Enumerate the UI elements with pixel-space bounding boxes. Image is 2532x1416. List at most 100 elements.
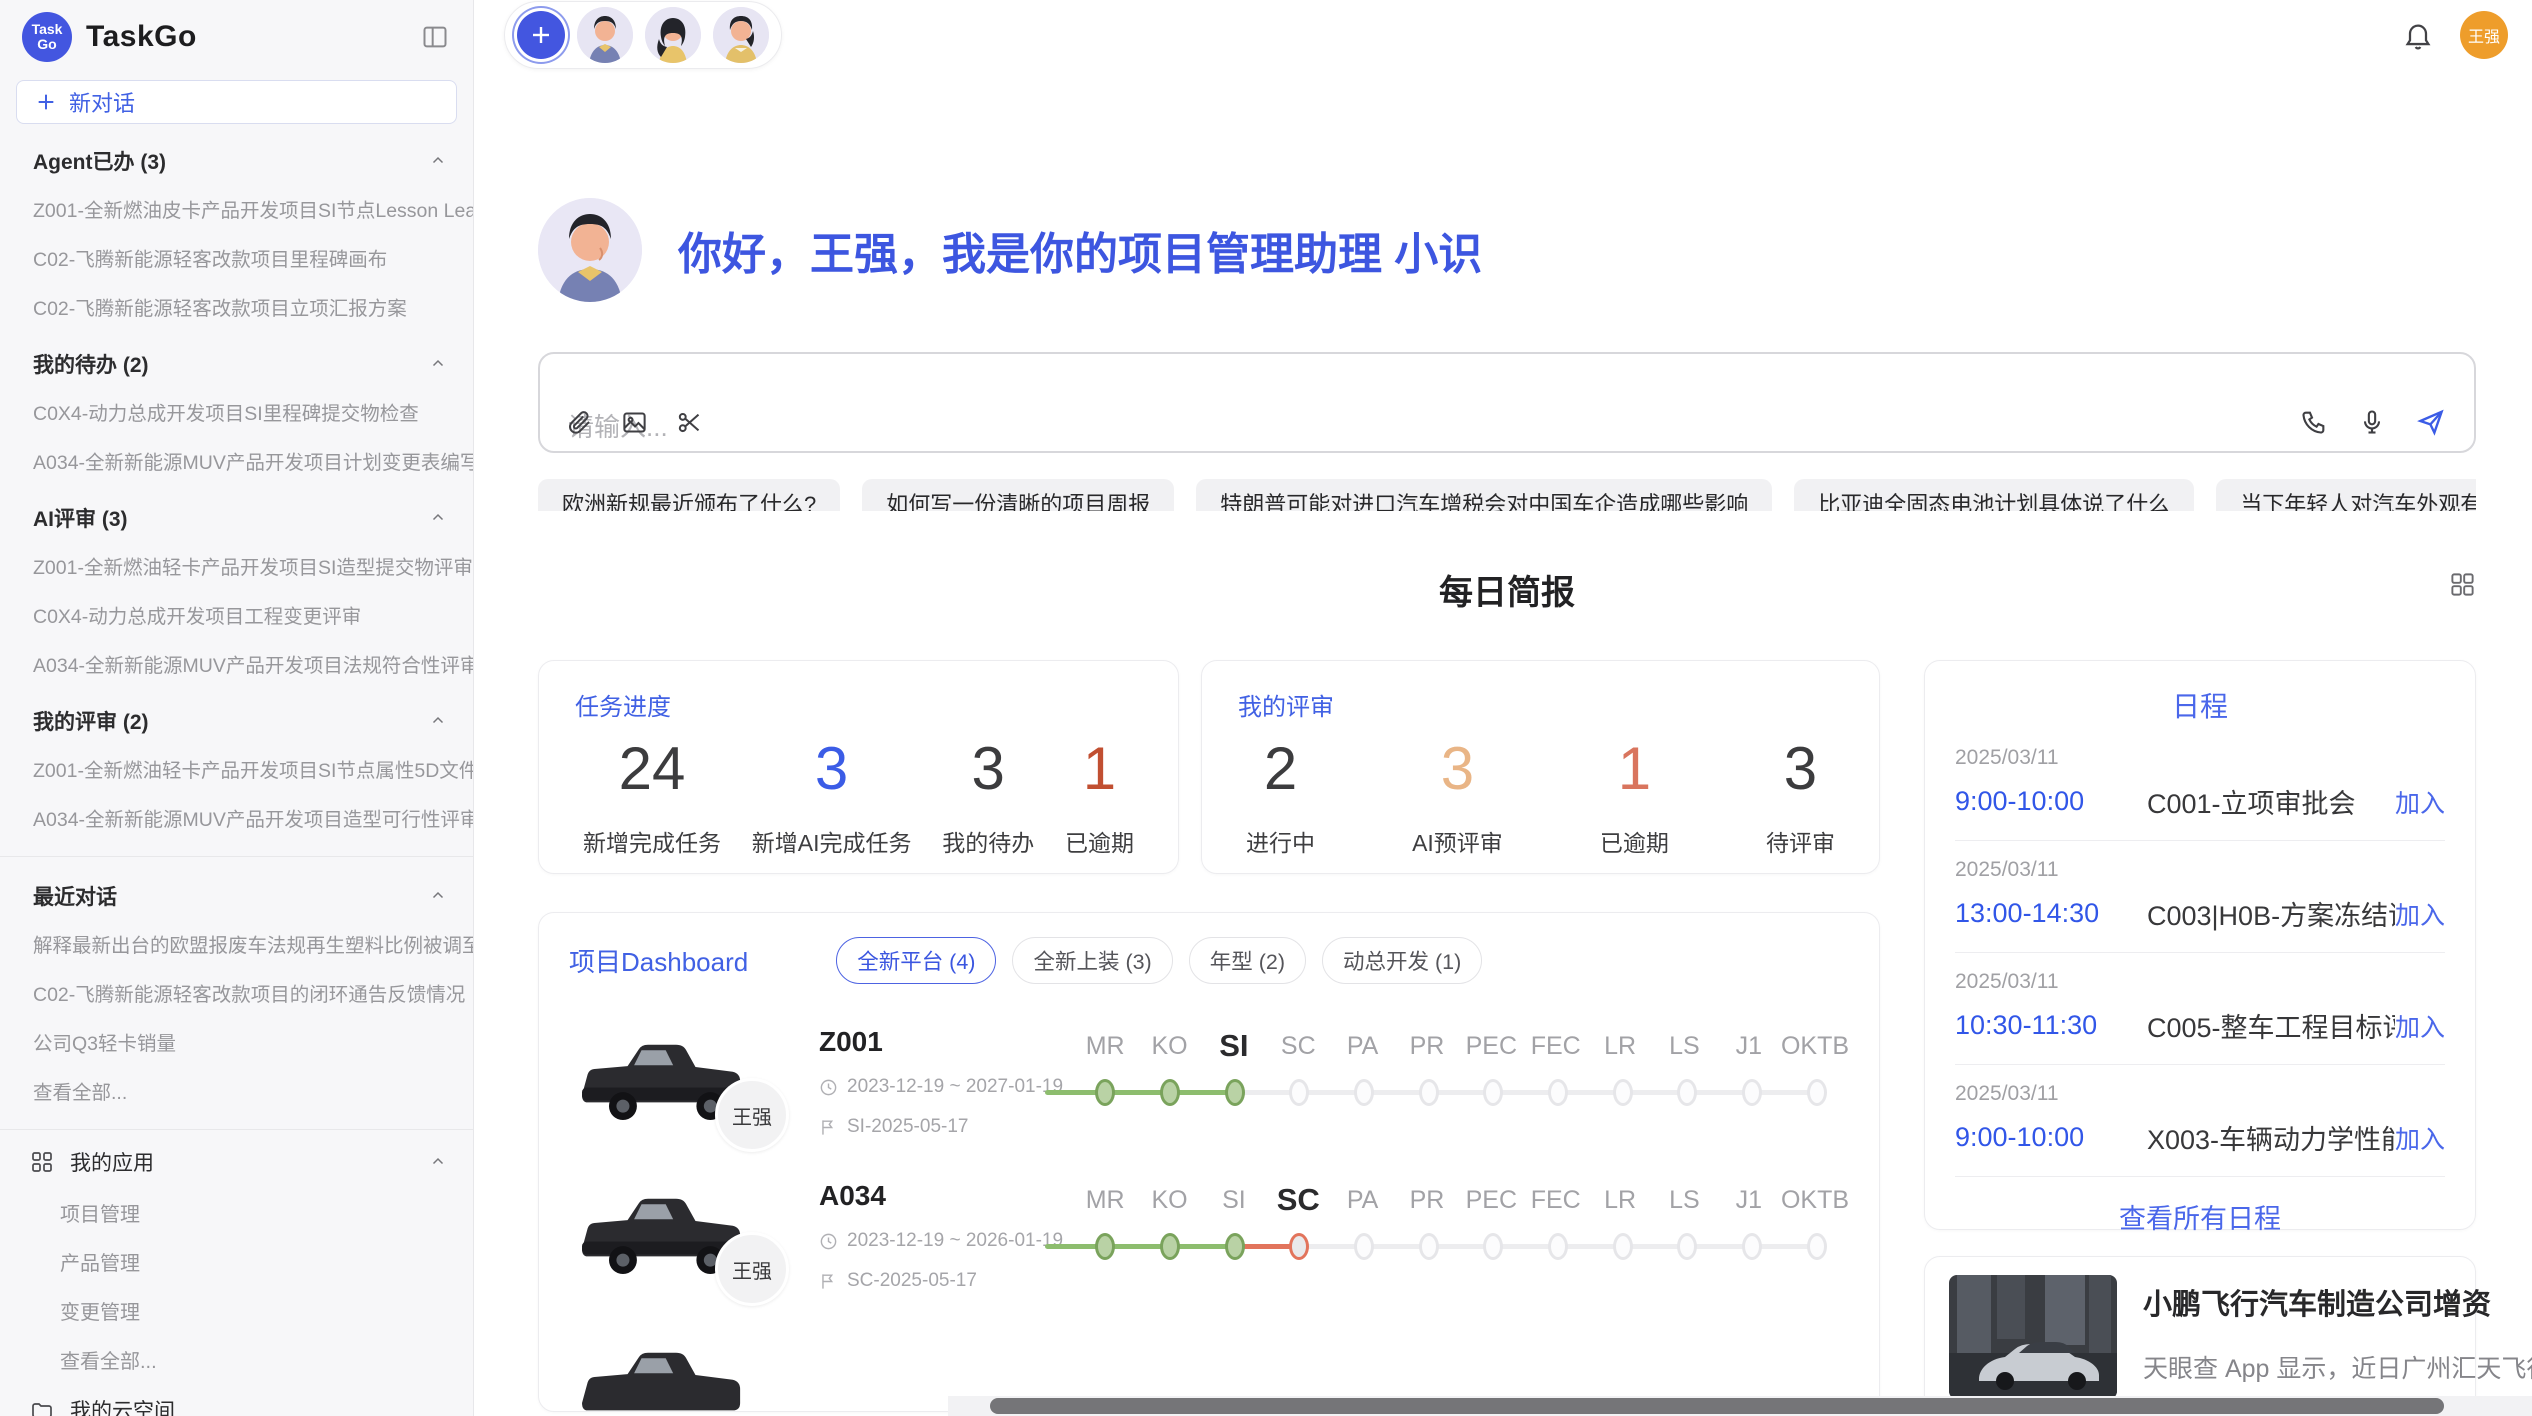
project-info: Z001 2023-12-19 ~ 2027-01-19 SI-2025-05-… [819, 1026, 1057, 1138]
apps-view-all[interactable]: 查看全部... [0, 1335, 473, 1384]
join-link[interactable]: 加入 [2395, 1008, 2445, 1044]
stat-cards: 任务进度 24 新增完成任务 3 新增AI完成任务 [538, 660, 1880, 874]
view-all-schedule-link[interactable]: 查看所有日程 [1955, 1197, 2445, 1236]
app-item-product[interactable]: 产品管理 [0, 1237, 473, 1286]
send-icon[interactable] [2416, 407, 2446, 437]
agent-avatar-1[interactable] [577, 7, 633, 63]
notification-bell-icon[interactable] [2402, 19, 2434, 51]
layout-grid-icon[interactable] [2449, 571, 2476, 598]
suggestion-chip[interactable]: 特朗普可能对进口汽车增税会对中国车企造成哪些影响 [1196, 479, 1772, 511]
suggestion-chips: 欧洲新规最近颁布了什么? 如何写一份清晰的项目周报 特朗普可能对进口汽车增税会对… [538, 479, 2476, 511]
section-my-todo[interactable]: 我的待办 (2) [0, 331, 473, 387]
stage-label: J1 [1717, 1180, 1781, 1220]
chevron-up-icon[interactable] [429, 1153, 447, 1171]
hero: 你好，王强，我是你的项目管理助理 小识 [538, 198, 2476, 302]
join-link[interactable]: 加入 [2395, 784, 2445, 820]
stage-dot [1548, 1233, 1568, 1260]
app-item-project[interactable]: 项目管理 [0, 1188, 473, 1237]
sidebar-item-my-apps[interactable]: 我的应用 [0, 1136, 473, 1188]
date-range: 2023-12-19 ~ 2026-01-19 [847, 1230, 1063, 1252]
sidebar-item[interactable]: A034-全新新能源MUV产品开发项目法规符合性评审 [0, 639, 473, 688]
agent-avatar-2[interactable] [645, 7, 701, 63]
section-label: 最近对话 [33, 881, 117, 911]
sidebar-item[interactable]: C02-飞腾新能源轻客改款项目里程碑画布 [0, 233, 473, 282]
section-recent-chats[interactable]: 最近对话 [0, 863, 473, 919]
truck-image [569, 1334, 755, 1412]
clock-icon [819, 1078, 838, 1097]
section-label: 我的待办 (2) [33, 349, 149, 379]
app-item-change[interactable]: 变更管理 [0, 1286, 473, 1335]
stat-label: 新增完成任务 [583, 824, 721, 858]
stat-label: 待评审 [1766, 824, 1835, 858]
stage-label: MR [1073, 1180, 1137, 1220]
stat-value: 3 [972, 736, 1005, 802]
chevron-up-icon[interactable] [429, 712, 447, 730]
horizontal-scrollbar-thumb[interactable] [990, 1398, 2444, 1414]
plus-icon [529, 23, 553, 47]
chevron-up-icon[interactable] [429, 152, 447, 170]
user-avatar[interactable]: 王强 [2460, 11, 2508, 59]
tab-powertrain[interactable]: 动总开发 (1) [1322, 937, 1482, 984]
join-link[interactable]: 加入 [2395, 896, 2445, 932]
app-title: TaskGo [86, 20, 197, 54]
cloud-space-label: 我的云空间 [70, 1395, 175, 1416]
sidebar-item[interactable]: C02-飞腾新能源轻客改款项目立项汇报方案 [0, 282, 473, 331]
sidebar-item[interactable]: A034-全新新能源MUV产品开发项目计划变更表编写 [0, 436, 473, 485]
phone-icon[interactable] [2300, 408, 2328, 436]
microphone-icon[interactable] [2358, 408, 2386, 436]
tab-year-model[interactable]: 年型 (2) [1189, 937, 1306, 984]
stage-dot [1613, 1079, 1633, 1106]
briefing-header: 每日简报 [538, 565, 2476, 614]
agent-avatar-3[interactable] [713, 7, 769, 63]
section-label: Agent已办 (3) [33, 146, 166, 176]
scissors-icon[interactable] [676, 409, 703, 436]
sidebar-item[interactable]: C0X4-动力总成开发项目SI里程碑提交物检查 [0, 387, 473, 436]
suggestion-chip[interactable]: 如何写一份清晰的项目周报 [862, 479, 1174, 511]
image-icon[interactable] [621, 409, 648, 436]
suggestion-chip[interactable]: 当下年轻人对汽车外观有怎样的喜好趋势 [2216, 479, 2476, 511]
date-range: 2023-12-19 ~ 2027-01-19 [847, 1076, 1063, 1098]
tab-new-body[interactable]: 全新上装 (3) [1012, 937, 1172, 984]
stat-value: 2 [1264, 736, 1297, 802]
join-link[interactable]: 加入 [2395, 1120, 2445, 1156]
project-name[interactable]: Z001 [819, 1026, 1057, 1058]
new-chat-button[interactable]: 新对话 [16, 80, 457, 124]
sidebar-header: Task Go TaskGo [0, 0, 473, 70]
recent-chat-item[interactable]: 解释最新出台的欧盟报废车法规再生塑料比例被调至15%... [0, 919, 473, 968]
stage-label: OKTB [1781, 1026, 1849, 1066]
suggestion-chip[interactable]: 比亚迪全固态电池计划具体说了什么 [1794, 479, 2194, 511]
schedule-time: 9:00-10:00 [1955, 1122, 2147, 1153]
recent-chat-item[interactable]: 公司Q3轻卡销量 [0, 1017, 473, 1066]
chevron-up-icon[interactable] [429, 509, 447, 527]
recent-chat-item[interactable]: C02-飞腾新能源轻客改款项目的闭环通告反馈情况 [0, 968, 473, 1017]
project-name[interactable]: A034 [819, 1180, 1057, 1212]
stage-dot-overdue [1289, 1233, 1309, 1260]
stage-label: FEC [1524, 1026, 1588, 1066]
stage-label: LS [1652, 1026, 1716, 1066]
horizontal-scrollbar-track[interactable] [948, 1396, 2532, 1416]
add-conversation-button[interactable] [517, 11, 565, 59]
sidebar-item-cloud-space[interactable]: 我的云空间 [0, 1384, 473, 1416]
news-card[interactable]: 小鹏飞行汽车制造公司增资 天眼查 App 显示，近日广州汇天飞行汽... [1924, 1256, 2476, 1416]
stat-ai-done: 3 新增AI完成任务 [752, 736, 912, 858]
tab-all-new-platform[interactable]: 全新平台 (4) [836, 937, 996, 984]
logo-line1: Task [32, 22, 63, 37]
stage-label: FEC [1524, 1180, 1588, 1220]
composer-toolbar [566, 407, 2446, 437]
section-my-review[interactable]: 我的评审 (2) [0, 688, 473, 744]
recent-view-all[interactable]: 查看全部... [0, 1066, 473, 1115]
logo-line2: Go [37, 37, 56, 52]
chevron-up-icon[interactable] [429, 887, 447, 905]
sidebar-item[interactable]: C0X4-动力总成开发项目工程变更评审 [0, 590, 473, 639]
chevron-up-icon[interactable] [429, 355, 447, 373]
sidebar-item[interactable]: Z001-全新燃油轻卡产品开发项目SI造型提交物评审 [0, 541, 473, 590]
sidebar-item[interactable]: Z001-全新燃油皮卡产品开发项目SI节点Lesson Learn报告 [0, 184, 473, 233]
sidebar-item[interactable]: Z001-全新燃油轻卡产品开发项目SI节点属性5D文件评审 [0, 744, 473, 793]
attachment-icon[interactable] [566, 409, 593, 436]
sidebar-collapse-icon[interactable] [421, 23, 449, 51]
sidebar-item[interactable]: A034-全新新能源MUV产品开发项目造型可行性评审 [0, 793, 473, 842]
section-ai-review[interactable]: AI评审 (3) [0, 485, 473, 541]
suggestion-chip[interactable]: 欧洲新规最近颁布了什么? [538, 479, 840, 511]
section-agent-done[interactable]: Agent已办 (3) [0, 128, 473, 184]
stage-label: LR [1588, 1180, 1652, 1220]
